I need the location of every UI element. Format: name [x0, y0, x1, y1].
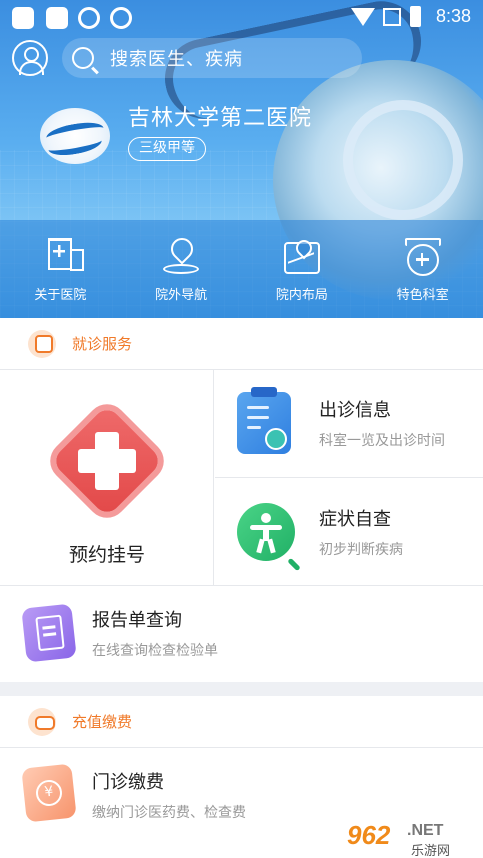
notification-icon [46, 7, 68, 29]
signal-icon [383, 8, 401, 26]
map-icon [282, 238, 322, 276]
section-header: 就诊服务 [0, 318, 483, 370]
hero-banner: 8:38 搜索医生、疾病 吉林大学第二医院 三级甲等 关于医院 院外导航 院内布… [0, 0, 483, 318]
battery-icon [410, 6, 421, 27]
clinic-info-button[interactable]: 出诊信息 科室一览及出诊时间 [215, 370, 483, 478]
location-pin-icon [161, 233, 201, 276]
hospital-building-icon [40, 238, 85, 276]
report-document-icon [21, 603, 77, 663]
clinic-info-subtitle: 科室一览及出诊时间 [319, 433, 445, 449]
status-bar: 8:38 [0, 0, 483, 34]
sync-icon [110, 7, 132, 29]
quick-nav-label: 特色科室 [396, 288, 449, 303]
quick-nav-departments[interactable]: 特色科室 [362, 220, 483, 318]
body-search-icon [237, 503, 295, 561]
wallet-icon [28, 706, 60, 738]
clipboard-doctor-icon [237, 387, 291, 454]
medical-bag-icon [28, 328, 60, 360]
section-header: 充值缴费 [0, 696, 483, 748]
currency-coin-icon: ¥ [21, 763, 77, 823]
search-icon [72, 47, 94, 69]
quick-nav-label: 关于医院 [34, 288, 87, 303]
quick-nav-label: 院内布局 [275, 288, 328, 303]
symptom-check-button[interactable]: 症状自查 初步判断疾病 [215, 479, 483, 587]
stethoscope-chestpiece-image [343, 100, 463, 220]
symptom-check-title: 症状自查 [319, 509, 391, 530]
section-title: 充值缴费 [72, 713, 133, 731]
notification-icon [12, 7, 34, 29]
status-time: 8:38 [435, 6, 471, 26]
visit-services-section: 就诊服务 预约挂号 出诊信息 科室一览及出诊时间 症状自查 初步判断疾病 报告单… [0, 318, 483, 682]
hospital-name: 吉林大学第二医院 [128, 106, 313, 131]
quick-nav-bar: 关于医院 院外导航 院内布局 特色科室 [0, 220, 483, 318]
sync-icon [78, 7, 100, 29]
search-input[interactable]: 搜索医生、疾病 [62, 38, 362, 78]
outpatient-payment-title: 门诊缴费 [92, 772, 164, 793]
report-title: 报告单查询 [92, 610, 182, 631]
appointment-button[interactable]: 预约挂号 [0, 370, 214, 586]
appointment-label: 预约挂号 [68, 544, 145, 566]
outpatient-payment-subtitle: 缴纳门诊医药费、检查费 [92, 805, 246, 821]
report-query-button[interactable]: 报告单查询 在线查询检查检验单 [0, 586, 483, 680]
wifi-icon [351, 8, 375, 26]
site-watermark: 962 .NET 乐游网 [341, 818, 481, 858]
department-icon [403, 238, 443, 276]
hospital-logo [40, 108, 110, 164]
quick-nav-about[interactable]: 关于医院 [0, 220, 121, 318]
quick-nav-label: 院外导航 [155, 288, 208, 303]
quick-nav-layout[interactable]: 院内布局 [242, 220, 363, 318]
clinic-info-title: 出诊信息 [319, 400, 391, 421]
symptom-check-subtitle: 初步判断疾病 [319, 542, 403, 558]
hospital-level-badge: 三级甲等 [128, 137, 206, 161]
service-grid: 预约挂号 出诊信息 科室一览及出诊时间 症状自查 初步判断疾病 [0, 370, 483, 586]
medical-cross-icon [50, 404, 164, 518]
report-subtitle: 在线查询检查检验单 [92, 643, 218, 659]
search-placeholder: 搜索医生、疾病 [110, 49, 243, 70]
user-avatar-icon[interactable] [12, 40, 48, 76]
quick-nav-navigation[interactable]: 院外导航 [121, 220, 242, 318]
section-title: 就诊服务 [72, 335, 133, 353]
